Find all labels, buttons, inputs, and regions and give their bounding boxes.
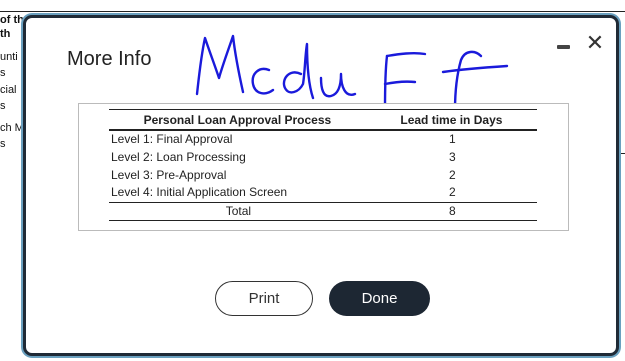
background-text: ch M [0,122,24,134]
minimize-button[interactable] [556,38,574,56]
total-label: Total [109,201,366,221]
background-text: of th [0,14,24,26]
screen: of th th unti s cial s ch M s More Info [0,0,625,361]
close-icon[interactable]: ✕ [583,32,607,56]
column-header-lead-time: Lead time in Days [365,109,537,131]
background-text: cial [0,84,17,96]
table-row: Level 3: Pre-Approval 2 [109,166,537,184]
done-button[interactable]: Done [329,281,430,316]
print-button[interactable]: Print [215,281,313,316]
loan-approval-table: Personal Loan Approval Process Lead time… [109,109,537,221]
days-cell: 2 [449,167,456,182]
dialog-title: More Info [67,48,152,70]
table-row: Level 1: Final Approval 1 [109,130,537,148]
background-text: unti [0,51,18,63]
total-row: Total 8 [109,201,537,221]
days-cell: 3 [449,149,456,164]
total-days: 8 [365,201,537,221]
table-row: Level 2: Loan Processing 3 [109,148,537,166]
background-text: s [0,138,6,150]
process-cell: Level 1: Final Approval [111,132,233,146]
background-rule [0,11,625,12]
lead-time-panel: Personal Loan Approval Process Lead time… [78,103,569,231]
background-text: s [0,67,6,79]
background-text: th [0,28,11,40]
table-row: Level 4: Initial Application Screen 2 [109,184,537,202]
more-info-dialog: More Info ✕ Personal Loan Approval Proce… [23,15,619,356]
process-cell: Level 2: Loan Processing [111,149,246,164]
process-cell: Level 4: Initial Application Screen [111,185,288,200]
days-cell: 1 [449,132,456,146]
background-text: s [0,100,6,112]
process-cell: Level 3: Pre-Approval [111,167,227,182]
table-header-row: Personal Loan Approval Process Lead time… [109,109,537,131]
column-header-process: Personal Loan Approval Process [109,109,366,131]
days-cell: 2 [449,185,456,200]
